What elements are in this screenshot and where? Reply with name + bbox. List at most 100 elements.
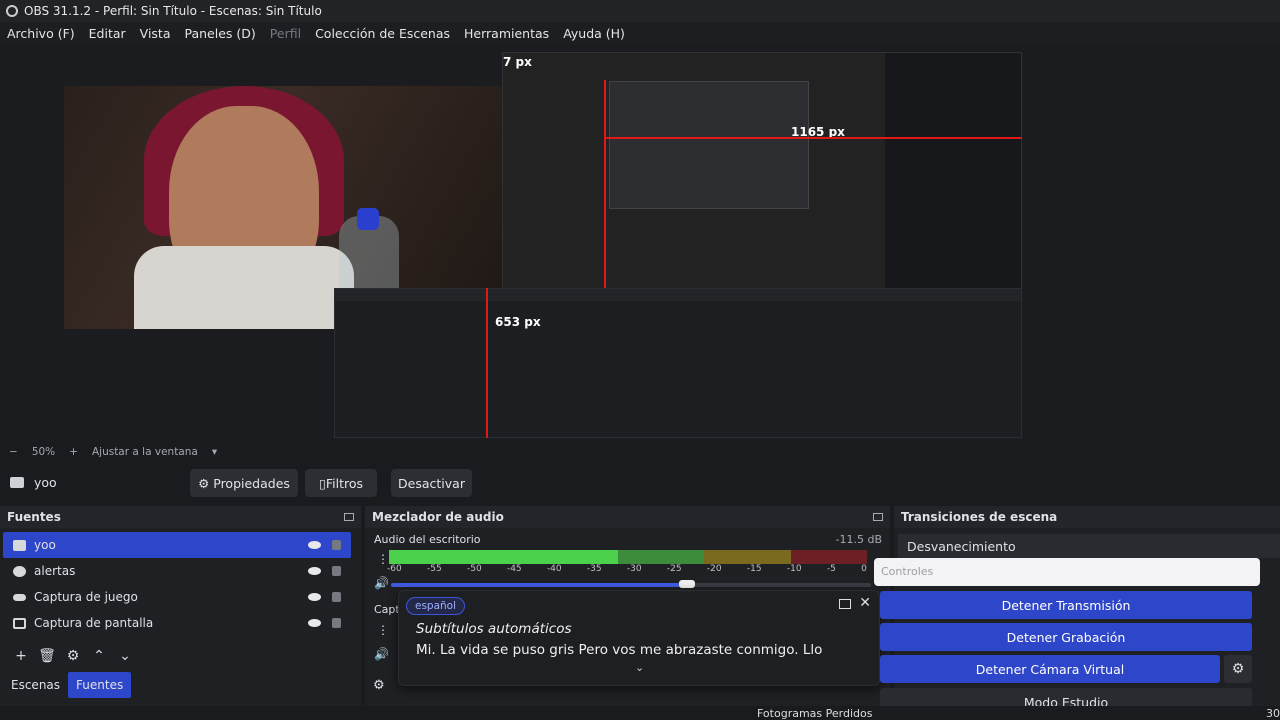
menu-coleccion-escenas[interactable]: Colección de Escenas	[315, 26, 450, 41]
tab-scenes[interactable]: Escenas	[3, 672, 68, 698]
source-item-yoo[interactable]: yoo	[3, 532, 351, 558]
sources-dock-title: Fuentes	[7, 510, 61, 524]
eye-icon[interactable]	[308, 619, 321, 627]
source-item-alertas[interactable]: alertas	[3, 558, 351, 584]
menu-paneles[interactable]: Paneles (D)	[185, 26, 256, 41]
language-badge[interactable]: español	[406, 597, 466, 615]
tick-label: -45	[506, 564, 522, 574]
fit-caret-icon[interactable]: ▾	[212, 446, 217, 458]
camera-icon	[13, 539, 26, 551]
sources-dock-header: Fuentes	[0, 506, 361, 528]
trash-icon[interactable]: 🗑	[34, 648, 60, 664]
transitions-dock-header: Transiciones de escena	[894, 506, 1280, 528]
status-bar: Fotogramas Perdidos 30	[0, 706, 1280, 720]
tick-label: -15	[746, 564, 762, 574]
mixer-track-header: Audio del escritorio -11.5 dB	[365, 528, 890, 550]
sources-toolbar: + 🗑 ⚙ ⌃ ⌄	[0, 644, 361, 668]
track-db: -11.5 dB	[835, 532, 883, 546]
tab-sources[interactable]: Fuentes	[68, 672, 132, 698]
camera-icon	[10, 477, 24, 488]
source-settings-icon[interactable]: ⚙	[60, 648, 86, 664]
speaker-icon-2[interactable]: 🔊	[374, 647, 389, 661]
transition-select[interactable]: Desvanecimiento	[898, 534, 1280, 558]
close-icon[interactable]: ✕	[859, 595, 871, 611]
tick-label: -60	[387, 564, 402, 574]
eye-icon[interactable]	[308, 567, 321, 575]
properties-label: Propiedades	[213, 475, 290, 491]
volume-knob[interactable]	[678, 580, 695, 588]
tick-label: -25	[666, 564, 682, 574]
volume-fill	[391, 583, 689, 587]
webcam-bottle-cap	[357, 208, 379, 230]
dock-tabs: Escenas Fuentes	[3, 672, 132, 698]
menu-archivo[interactable]: Archivo (F)	[7, 26, 75, 41]
stop-virtual-camera-button[interactable]: Detener Cámara Virtual	[880, 655, 1220, 683]
meter-green	[389, 550, 619, 564]
tick-label: 0	[861, 564, 867, 574]
zoom-value: 50%	[31, 446, 56, 458]
menu-ayuda[interactable]: Ayuda (H)	[563, 26, 625, 41]
dropped-frames-label: Fotogramas Perdidos	[757, 707, 873, 720]
tick-label: -50	[466, 564, 482, 574]
filters-button[interactable]: ▯ Filtros	[305, 469, 377, 497]
meter-green-dark	[618, 550, 705, 564]
eye-icon[interactable]	[308, 593, 321, 601]
stop-recording-button[interactable]: Detener Grabación	[880, 623, 1252, 651]
guide-horizontal	[604, 137, 1022, 139]
undock-icon[interactable]	[873, 513, 883, 521]
preview-canvas[interactable]: 7 px 1165 px 653 px	[0, 44, 1280, 442]
fit-window-dropdown[interactable]: Ajustar a la ventana	[92, 446, 198, 458]
add-source-icon[interactable]: +	[8, 648, 34, 664]
move-down-icon[interactable]: ⌄	[112, 648, 138, 664]
source-label: alertas	[34, 564, 76, 578]
monitor-icon	[13, 617, 26, 629]
source-toolbar: yoo ⚙ Propiedades ▯ Filtros Desactivar	[0, 464, 1280, 502]
lock-icon[interactable]	[332, 540, 341, 550]
zoom-out-button[interactable]: −	[9, 446, 18, 458]
lock-icon[interactable]	[332, 566, 341, 576]
zoom-in-button[interactable]: +	[69, 446, 78, 458]
measure-top-label: 7 px	[503, 55, 532, 69]
tick-label: -40	[546, 564, 562, 574]
nested-dock-bar	[335, 289, 1021, 301]
guide-vertical-2	[604, 80, 606, 288]
source-item-captura-pantalla[interactable]: Captura de pantalla	[3, 610, 351, 636]
expand-icon[interactable]	[839, 599, 851, 609]
captions-popup: español ✕ Subtítulos automáticos Mi. La …	[398, 590, 880, 686]
gamepad-icon	[13, 593, 26, 601]
chevron-down-icon[interactable]: ⌄	[635, 661, 644, 674]
deactivate-button[interactable]: Desactivar	[391, 469, 472, 497]
menu-bar: Archivo (F) Editar Vista Paneles (D) Per…	[0, 22, 1280, 44]
nested-dock-area	[334, 288, 1022, 438]
measure-height-label: 653 px	[495, 315, 541, 329]
volume-slider[interactable]	[391, 580, 871, 588]
kebab-menu-icon-2[interactable]: ⋮	[377, 623, 389, 637]
globe-icon	[13, 565, 26, 577]
stop-stream-button[interactable]: Detener Transmisión	[880, 591, 1252, 619]
mixer-settings-icon[interactable]: ⚙	[373, 678, 385, 693]
nested-screen-recursive	[609, 81, 809, 209]
properties-button[interactable]: ⚙ Propiedades	[190, 469, 298, 497]
transitions-dock-title: Transiciones de escena	[901, 510, 1058, 524]
audio-meter	[389, 550, 867, 564]
lock-icon[interactable]	[332, 592, 341, 602]
lock-icon[interactable]	[332, 618, 341, 628]
tick-label: -20	[706, 564, 722, 574]
menu-vista[interactable]: Vista	[140, 26, 171, 41]
vcam-gear-icon[interactable]: ⚙	[1224, 655, 1252, 683]
source-item-captura-juego[interactable]: Captura de juego	[3, 584, 351, 610]
source-label: Captura de juego	[34, 590, 138, 604]
move-up-icon[interactable]: ⌃	[86, 648, 112, 664]
captions-text: Mi. La vida se puso gris Pero vos me abr…	[416, 642, 823, 658]
menu-perfil[interactable]: Perfil	[270, 26, 301, 41]
menu-editar[interactable]: Editar	[89, 26, 126, 41]
tick-label: -55	[426, 564, 442, 574]
speaker-icon[interactable]: 🔊	[374, 576, 389, 590]
source-label: Captura de pantalla	[34, 616, 154, 630]
meter-red	[790, 550, 867, 564]
captions-title: Subtítulos automáticos	[416, 621, 572, 637]
undock-icon[interactable]	[344, 513, 354, 521]
menu-herramientas[interactable]: Herramientas	[464, 26, 549, 41]
zoom-bar: − 50% + Ajustar a la ventana ▾	[0, 442, 1280, 462]
eye-icon[interactable]	[308, 541, 321, 549]
